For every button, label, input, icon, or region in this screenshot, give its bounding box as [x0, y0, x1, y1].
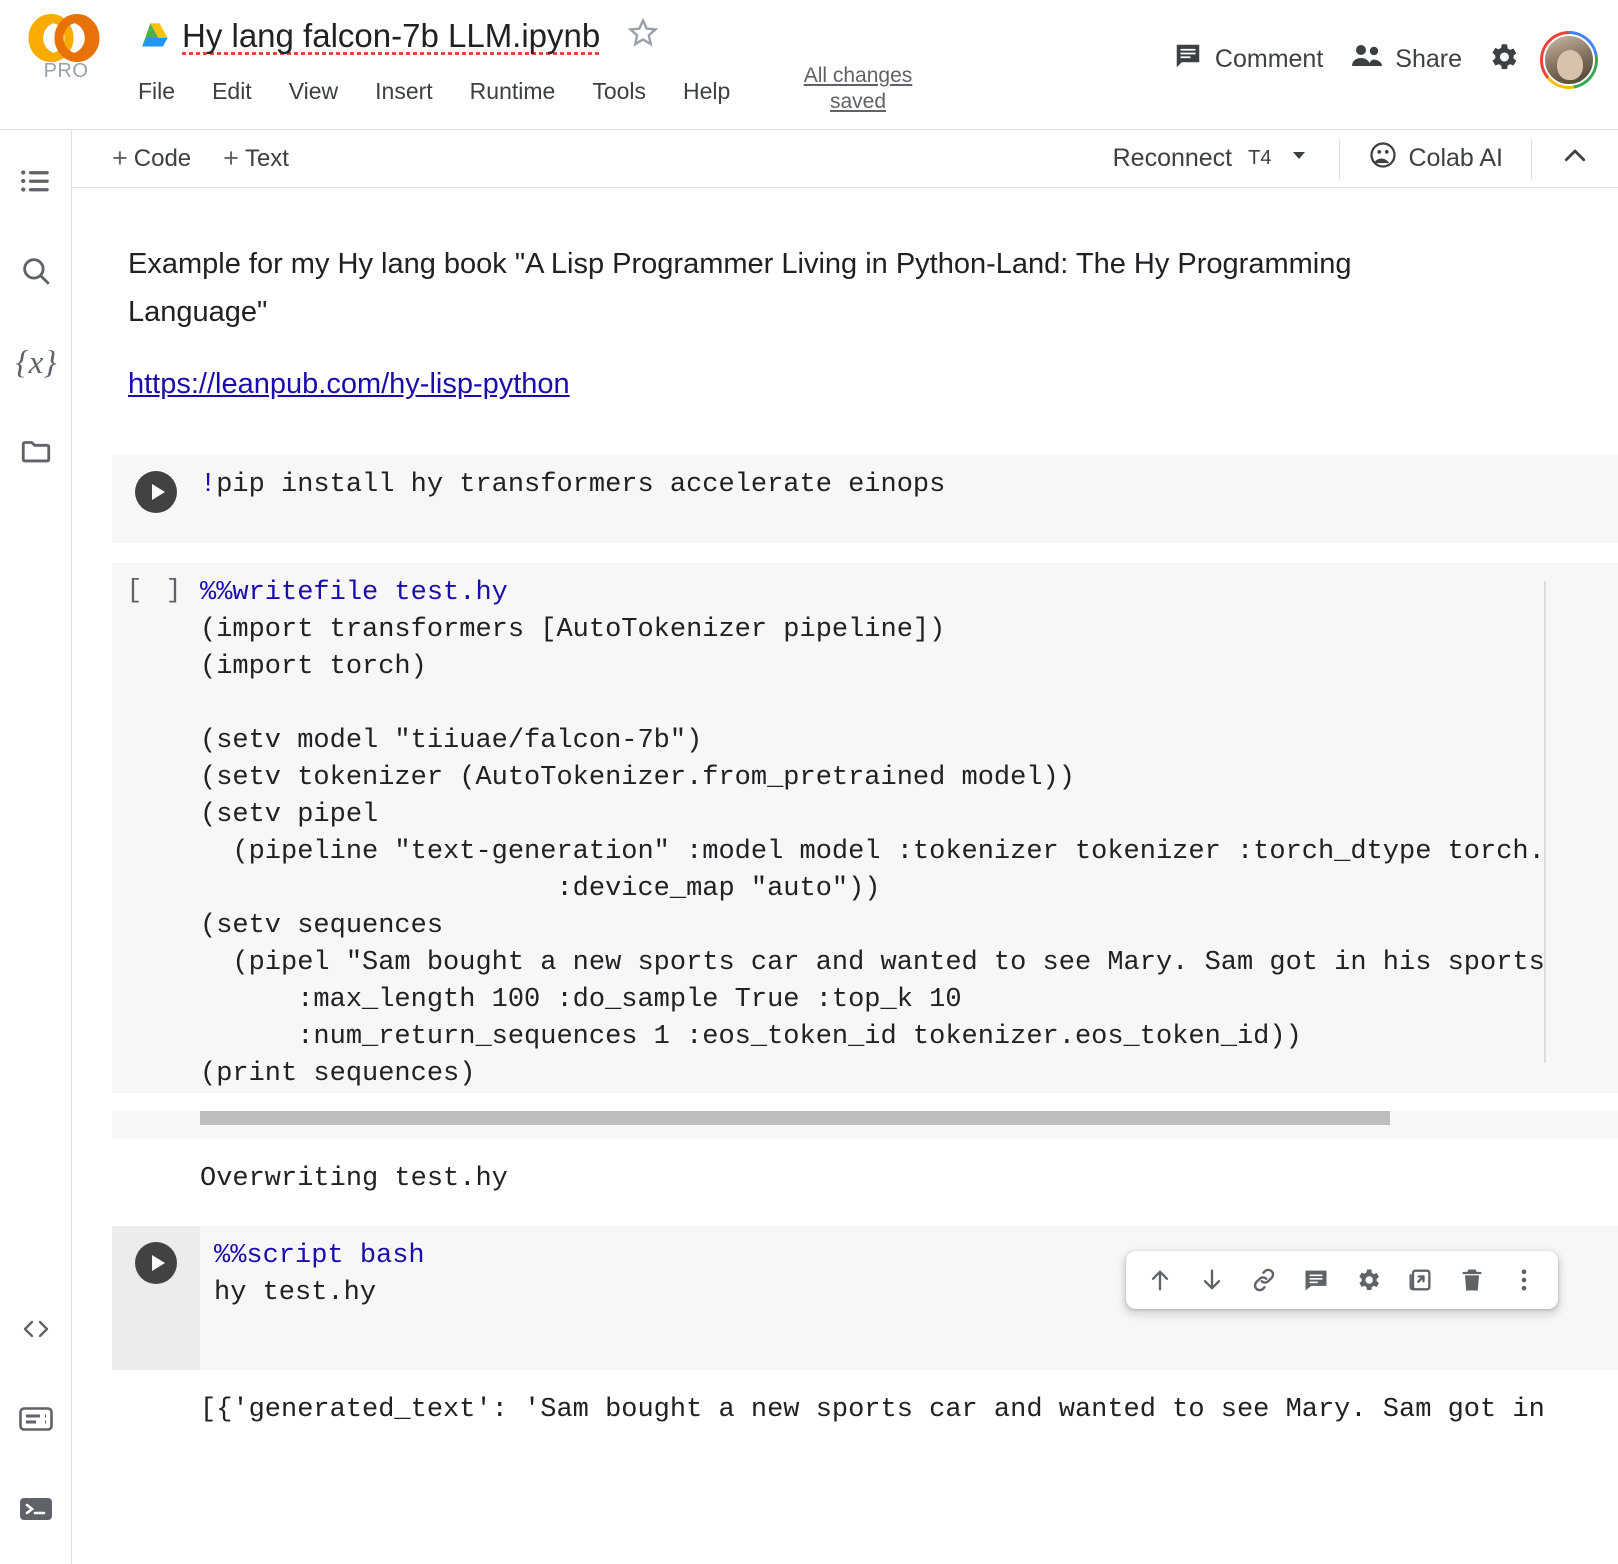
add-comment-icon[interactable]	[1290, 1255, 1342, 1305]
add-text-label: Text	[245, 145, 289, 173]
colab-logo[interactable]: PRO	[22, 14, 110, 83]
sidebar-bottom-group	[0, 1286, 72, 1556]
settings-button[interactable]	[1476, 30, 1530, 89]
cell-output: Overwriting test.hy	[112, 1139, 1618, 1198]
horizontal-scroll-rail	[112, 1111, 1618, 1139]
code-cell-writefile[interactable]: [ ] %%writefile test.hy (import transfor…	[112, 563, 1618, 1198]
cell-right-rule	[1544, 581, 1546, 1063]
colab-ai-label: Colab AI	[1408, 144, 1503, 173]
horizontal-scrollbar[interactable]	[200, 1111, 1390, 1125]
add-text-cell-button[interactable]: + Text	[213, 141, 299, 177]
document-title-row: Hy lang falcon-7b LLM.ipynb	[140, 16, 660, 55]
markdown-cell[interactable]: Example for my Hy lang book "A Lisp Prog…	[72, 188, 1618, 401]
left-sidebar: {x}	[0, 130, 72, 1564]
sidebar-item-search[interactable]	[0, 228, 72, 318]
table-of-contents-icon	[19, 164, 53, 203]
colab-ai-button[interactable]: Colab AI	[1358, 135, 1513, 182]
comment-label: Comment	[1215, 45, 1323, 74]
cell-body: !pip install hy transformers accelerate …	[112, 455, 1618, 543]
chevron-down-icon[interactable]	[1287, 143, 1311, 174]
add-code-label: Code	[134, 145, 191, 173]
magic-token: %%script bash	[214, 1241, 425, 1271]
plus-icon: +	[112, 145, 128, 172]
move-cell-up-icon[interactable]	[1134, 1255, 1186, 1305]
runtime-type-label: T4	[1248, 147, 1271, 170]
sidebar-item-table-of-contents[interactable]	[0, 138, 72, 228]
menu-item-file[interactable]: File	[135, 76, 178, 107]
avatar[interactable]	[1540, 31, 1598, 89]
sidebar-item-terminal[interactable]	[0, 1466, 72, 1556]
cell-action-toolbar	[1126, 1251, 1558, 1309]
magic-token: %%writefile test.hy	[200, 578, 508, 608]
code-source[interactable]: !pip install hy transformers accelerate …	[200, 455, 1618, 504]
sidebar-item-files[interactable]	[0, 408, 72, 498]
toolbar-divider	[1339, 139, 1340, 179]
sidebar-item-variables[interactable]: {x}	[0, 318, 72, 408]
reconnect-label: Reconnect	[1113, 144, 1233, 173]
app-header: PRO Hy lang falcon-7b LLM.ipynb File Edi…	[0, 0, 1618, 130]
variables-icon: {x}	[15, 345, 56, 382]
reconnect-button[interactable]: Reconnect T4	[1103, 138, 1322, 179]
bang-token: !	[200, 470, 216, 500]
gear-icon	[1486, 40, 1520, 79]
add-code-cell-button[interactable]: + Code	[102, 141, 201, 177]
colab-app: PRO Hy lang falcon-7b LLM.ipynb File Edi…	[0, 0, 1618, 1564]
files-icon	[19, 434, 53, 473]
cell-settings-icon[interactable]	[1342, 1255, 1394, 1305]
menu-bar: File Edit View Insert Runtime Tools Help	[135, 76, 733, 107]
sidebar-item-code-snippets[interactable]	[0, 1286, 72, 1376]
delete-cell-icon[interactable]	[1446, 1255, 1498, 1305]
menu-item-edit[interactable]: Edit	[209, 76, 255, 107]
plus-icon: +	[223, 145, 239, 172]
share-button[interactable]: Share	[1337, 35, 1476, 84]
chevron-up-icon	[1560, 141, 1590, 176]
notebook-body: Example for my Hy lang book "A Lisp Prog…	[72, 188, 1618, 1564]
menu-item-view[interactable]: View	[286, 76, 341, 107]
toolbar-right-group: Reconnect T4 Colab AI	[1103, 131, 1618, 186]
sidebar-item-command-palette[interactable]	[0, 1376, 72, 1466]
share-label: Share	[1395, 45, 1462, 74]
cell-body: [ ] %%writefile test.hy (import transfor…	[112, 563, 1618, 1093]
run-gutter	[112, 1226, 200, 1370]
save-status[interactable]: All changes saved	[783, 63, 933, 115]
terminal-icon	[18, 1495, 54, 1528]
toolbar-divider	[1531, 139, 1532, 179]
code-snippets-icon	[18, 1314, 54, 1349]
menu-item-tools[interactable]: Tools	[589, 76, 649, 107]
page-title[interactable]: Hy lang falcon-7b LLM.ipynb	[182, 17, 600, 55]
people-icon	[1351, 43, 1383, 76]
command-palette-icon	[18, 1405, 54, 1438]
code-text: hy test.hy	[214, 1278, 376, 1308]
move-cell-down-icon[interactable]	[1186, 1255, 1238, 1305]
menu-item-runtime[interactable]: Runtime	[467, 76, 559, 107]
star-icon[interactable]	[626, 16, 660, 55]
link-to-cell-icon[interactable]	[1238, 1255, 1290, 1305]
execution-count[interactable]: [ ]	[112, 563, 200, 605]
markdown-paragraph: Example for my Hy lang book "A Lisp Prog…	[128, 240, 1438, 336]
header-actions: Comment Share	[1159, 30, 1598, 89]
mirror-cell-icon[interactable]	[1394, 1255, 1446, 1305]
more-options-icon[interactable]	[1498, 1255, 1550, 1305]
comment-icon	[1173, 41, 1203, 78]
leanpub-link[interactable]: https://leanpub.com/hy-lisp-python	[128, 368, 570, 401]
code-source[interactable]: %%writefile test.hy (import transformers…	[200, 563, 1618, 1093]
menu-item-help[interactable]: Help	[680, 76, 733, 107]
run-cell-button[interactable]	[135, 471, 177, 513]
cell-output: [{'generated_text': 'Sam bought a new sp…	[112, 1370, 1618, 1429]
code-text: pip install hy transformers accelerate e…	[216, 470, 945, 500]
colab-logo-icon	[27, 14, 105, 62]
pro-badge: PRO	[22, 60, 110, 83]
run-gutter	[112, 455, 200, 513]
run-cell-button[interactable]	[135, 1242, 177, 1284]
notebook-toolbar: + Code + Text Reconnect T4	[72, 130, 1618, 188]
drive-icon	[140, 22, 170, 49]
menu-item-insert[interactable]: Insert	[372, 76, 436, 107]
colab-ai-icon	[1368, 140, 1398, 177]
code-text: (import transformers [AutoTokenizer pipe…	[200, 615, 1545, 1089]
comment-button[interactable]: Comment	[1159, 33, 1337, 86]
collapse-header-button[interactable]	[1550, 131, 1600, 186]
code-cell-pip-install[interactable]: !pip install hy transformers accelerate …	[112, 455, 1618, 543]
search-icon	[19, 254, 53, 293]
